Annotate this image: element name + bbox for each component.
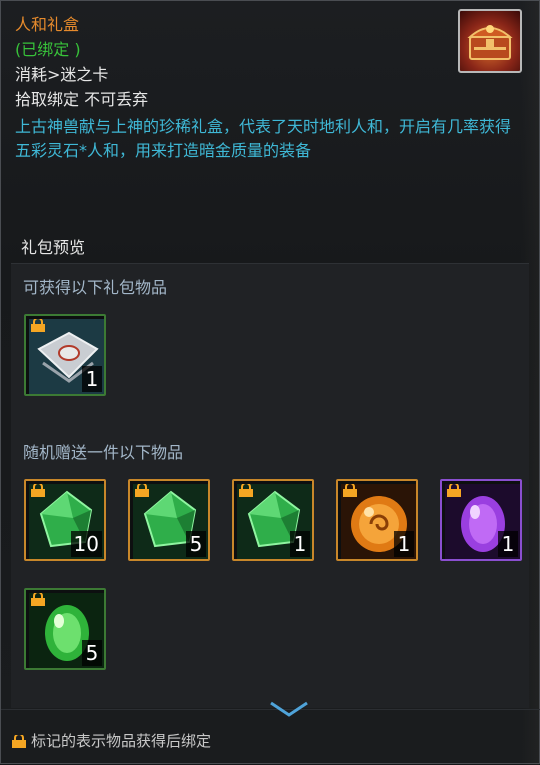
item-tooltip: 人和礼盒 (已绑定 ) 消耗>迷之卡 拾取绑定 不可丢弃 上古神兽献与上神的珍稀… [0, 0, 540, 765]
lock-icon [12, 735, 26, 748]
reward-slot-purple-egg[interactable]: 1 [440, 479, 522, 561]
chevron-down-icon[interactable] [269, 699, 309, 717]
lock-icon [31, 593, 45, 606]
lock-icon [135, 484, 149, 497]
item-name: 人和礼盒 [15, 15, 80, 34]
item-count: 5 [82, 640, 102, 666]
reward-slot-green-gem[interactable]: 10 [24, 479, 106, 561]
item-count: 1 [82, 366, 102, 392]
random-items-label: 随机赠送一件以下物品 [23, 443, 184, 462]
reward-slot-green-egg[interactable]: 5 [24, 588, 106, 670]
item-count: 10 [70, 531, 102, 557]
reward-slot-scroll[interactable]: 1 [24, 314, 106, 396]
guaranteed-items-label: 可获得以下礼包物品 [23, 278, 168, 297]
footer-note-text: 标记的表示物品获得后绑定 [31, 732, 212, 750]
preview-title: 礼包预览 [21, 238, 86, 257]
lock-icon [31, 319, 45, 332]
item-count: 1 [394, 531, 414, 557]
treasure-chest-icon [458, 9, 522, 73]
item-count: 5 [186, 531, 206, 557]
lock-icon [343, 484, 357, 497]
lock-icon [447, 484, 461, 497]
consume-info: 消耗>迷之卡 [15, 65, 109, 84]
item-count: 1 [498, 531, 518, 557]
reward-slot-amber-orb[interactable]: 1 [336, 479, 418, 561]
item-description: 上古神兽献与上神的珍稀礼盒，代表了天时地利人和，开启有几率获得五彩灵石*人和，用… [15, 117, 512, 160]
reward-slot-green-gem[interactable]: 5 [128, 479, 210, 561]
lock-icon [239, 484, 253, 497]
lock-icon [31, 484, 45, 497]
pickup-info: 拾取绑定 不可丢弃 [15, 90, 149, 109]
footer-note: 标记的表示物品获得后绑定 [11, 730, 211, 751]
bind-status: (已绑定 ) [15, 40, 81, 59]
reward-slot-green-gem[interactable]: 1 [232, 479, 314, 561]
item-count: 1 [290, 531, 310, 557]
